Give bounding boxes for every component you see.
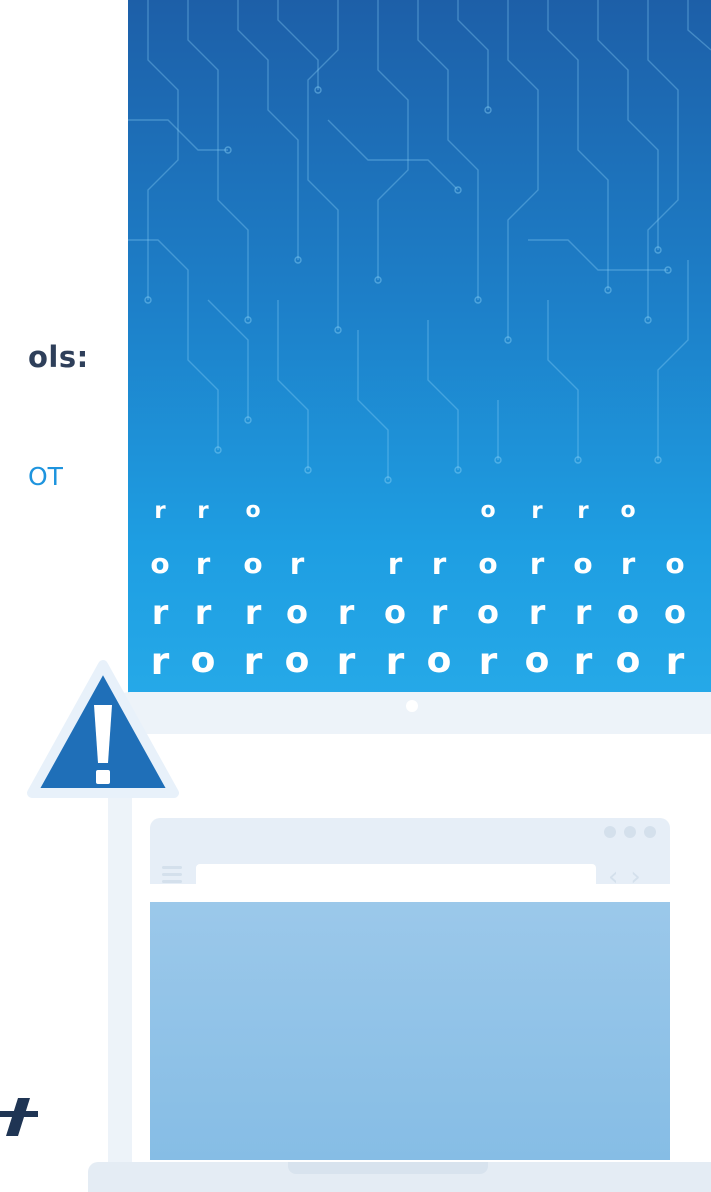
logo-fragment-icon — [0, 1098, 38, 1136]
binary-digit: r — [478, 639, 498, 683]
monitor-base-notch — [288, 1162, 488, 1174]
binary-digit: o — [620, 498, 636, 523]
binary-digit: r — [620, 547, 636, 581]
binary-digit: o — [478, 547, 498, 580]
binary-digit: r — [528, 593, 546, 632]
binary-digit: o — [664, 593, 686, 631]
spinner-spoke — [419, 1050, 450, 1095]
chevron-right-icon: › — [630, 862, 641, 892]
binary-digit: o — [284, 640, 310, 681]
binary-digit: o — [477, 593, 499, 631]
spinner-spoke — [430, 990, 475, 1021]
spinner-spoke — [430, 1039, 475, 1070]
binary-digit: o — [245, 498, 261, 523]
monitor-base — [88, 1162, 711, 1192]
window-dot-icon — [644, 826, 656, 838]
webcam-dot — [406, 700, 418, 712]
binary-digit: r — [195, 547, 211, 581]
hamburger-menu-icon — [162, 866, 182, 887]
spinner-spoke — [345, 990, 390, 1021]
binary-digit: o — [150, 547, 170, 580]
binary-digit: o — [480, 498, 496, 523]
binary-digit: o — [524, 640, 550, 681]
heading-fragment: ols: — [28, 340, 89, 374]
nav-arrows: ‹ › — [608, 862, 653, 892]
browser-window: ‹ › — [150, 818, 670, 1160]
window-dot-icon — [624, 826, 636, 838]
binary-digit: o — [573, 547, 593, 580]
binary-digit: r — [573, 639, 593, 683]
window-dot-icon — [604, 826, 616, 838]
binary-digit: r — [154, 498, 166, 524]
warning-triangle-icon — [27, 660, 179, 798]
binary-digit: r — [430, 593, 448, 632]
binary-digit: o — [384, 593, 406, 631]
binary-digit: r — [194, 593, 212, 632]
spinner-spoke — [419, 965, 450, 1010]
binary-digit: r — [197, 498, 209, 524]
spinner-spoke — [345, 1039, 390, 1070]
binary-digit: r — [574, 593, 592, 632]
binary-digit: o — [615, 640, 641, 681]
binary-digit: r — [529, 547, 545, 581]
binary-digit: o — [243, 547, 263, 580]
binary-digit: r — [151, 593, 169, 632]
binary-digit: o — [190, 640, 216, 681]
binary-digit: o — [665, 547, 685, 580]
binary-digit: r — [337, 593, 355, 632]
binary-digit: r — [531, 498, 543, 524]
browser-chrome: ‹ › — [150, 818, 670, 892]
binary-digit: r — [665, 639, 685, 683]
spinner-spoke — [370, 965, 401, 1010]
window-controls — [604, 826, 656, 838]
browser-content — [150, 902, 670, 1160]
binary-digit: r — [431, 547, 447, 581]
binary-digit: o — [286, 593, 308, 631]
address-bar — [196, 864, 596, 890]
binary-digit: r — [244, 593, 262, 632]
binary-digit: r — [387, 547, 403, 581]
binary-digit: r — [289, 547, 305, 581]
binary-digit: r — [385, 639, 405, 683]
binary-digit: o — [426, 640, 452, 681]
chevron-left-icon: ‹ — [608, 862, 619, 892]
binary-digit: r — [336, 639, 356, 683]
subtext-fragment: OT — [28, 462, 63, 491]
spinner-spoke — [370, 1050, 401, 1095]
binary-digit: o — [617, 593, 639, 631]
binary-digit: r — [577, 498, 589, 524]
binary-digit: r — [243, 639, 263, 683]
